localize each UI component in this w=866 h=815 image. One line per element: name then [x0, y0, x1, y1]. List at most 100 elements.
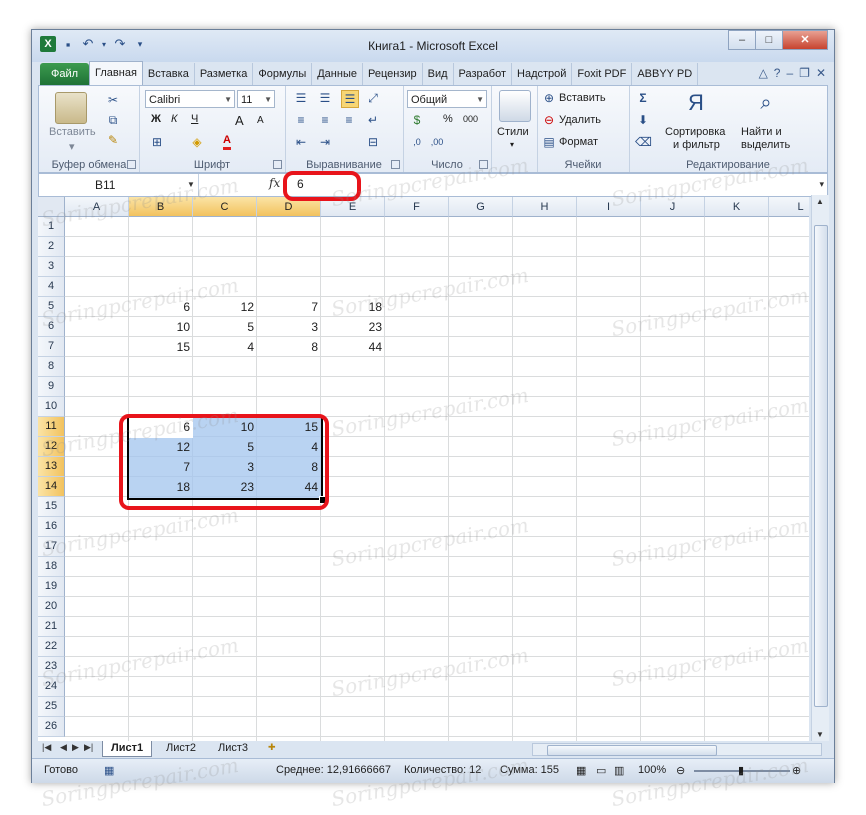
fill-color-icon[interactable]: ◈ — [189, 134, 205, 150]
cell-b7[interactable]: 15 — [129, 337, 193, 357]
row-header-24[interactable]: 24 — [38, 677, 65, 697]
paste-button[interactable]: Вставить — [49, 126, 96, 138]
font-size-combo[interactable]: 11 ▼ — [237, 90, 275, 108]
tab-insert[interactable]: Вставка — [143, 63, 195, 85]
column-header-h[interactable]: H — [513, 197, 577, 217]
format-painter-icon[interactable]: ✎ — [105, 132, 121, 148]
grow-font-button[interactable]: A — [235, 113, 244, 128]
row-header-15[interactable]: 15 — [38, 497, 65, 517]
tab-foxit-pdf[interactable]: Foxit PDF — [572, 63, 633, 85]
currency-icon[interactable]: $ — [409, 112, 425, 128]
minimize-ribbon-icon[interactable]: △ — [759, 66, 768, 80]
row-header-9[interactable]: 9 — [38, 377, 65, 397]
decrease-indent-icon[interactable]: ⇤ — [293, 134, 309, 150]
name-box[interactable]: B11 ▼ — [39, 174, 199, 196]
normal-view-icon[interactable]: ▦ — [576, 764, 586, 777]
tab-view[interactable]: Вид — [423, 63, 454, 85]
row-header-20[interactable]: 20 — [38, 597, 65, 617]
row-header-13[interactable]: 13 — [38, 457, 65, 477]
chevron-down-icon[interactable]: ▼ — [187, 180, 195, 189]
percent-button[interactable]: % — [443, 113, 453, 125]
row-header-25[interactable]: 25 — [38, 697, 65, 717]
row-header-26[interactable]: 26 — [38, 717, 65, 737]
page-layout-view-icon[interactable]: ▭ — [596, 764, 606, 777]
cell-c5[interactable]: 12 — [193, 297, 257, 317]
row-header-16[interactable]: 16 — [38, 517, 65, 537]
column-header-b[interactable]: B — [129, 197, 193, 217]
increase-decimal-icon[interactable]: ,0 — [409, 134, 425, 150]
row-header-14[interactable]: 14 — [38, 477, 65, 497]
insert-cells-button[interactable]: Вставить — [559, 92, 606, 104]
align-top-icon[interactable]: ☰ — [293, 90, 309, 106]
borders-icon[interactable]: ⊞ — [149, 134, 165, 150]
alignment-launcher-icon[interactable] — [391, 160, 400, 169]
column-header-l[interactable]: L — [769, 197, 809, 217]
delete-cells-icon[interactable]: ⊖ — [541, 112, 557, 128]
tab-review[interactable]: Рецензир — [363, 63, 423, 85]
horizontal-scroll-thumb[interactable] — [547, 745, 717, 756]
row-header-11[interactable]: 11 — [38, 417, 65, 437]
sort-filter-icon[interactable]: Я — [681, 88, 711, 118]
doc-close-icon[interactable]: ✕ — [816, 66, 826, 80]
thousands-button[interactable]: 000 — [463, 114, 478, 124]
zoom-level[interactable]: 100% — [638, 764, 666, 776]
row-header-10[interactable]: 10 — [38, 397, 65, 417]
scroll-up-icon[interactable]: ▲ — [816, 197, 824, 206]
align-bottom-icon[interactable]: ☰ — [341, 90, 359, 108]
font-name-combo[interactable]: Calibri ▼ — [145, 90, 235, 108]
sheet-tab-1[interactable]: Лист1 — [102, 741, 153, 757]
tab-page-layout[interactable]: Разметка — [195, 63, 254, 85]
column-header-g[interactable]: G — [449, 197, 513, 217]
row-header-23[interactable]: 23 — [38, 657, 65, 677]
scroll-down-icon[interactable]: ▼ — [816, 730, 824, 739]
tab-developer[interactable]: Разработ — [454, 63, 513, 85]
tab-home[interactable]: Главная — [89, 61, 143, 85]
sheet-tab-3[interactable]: Лист3 — [210, 741, 256, 756]
zoom-slider-thumb[interactable]: ▮ — [738, 764, 744, 777]
align-center-icon[interactable]: ≡ — [317, 112, 333, 128]
copy-icon[interactable]: ⧉ — [105, 112, 121, 128]
cell-e5[interactable]: 18 — [321, 297, 385, 317]
find-select-icon[interactable]: ⌕ — [751, 88, 781, 118]
expand-formula-bar-icon[interactable]: ▾ — [819, 179, 824, 190]
tab-addins[interactable]: Надстрой — [512, 63, 573, 85]
shrink-font-button[interactable]: A — [257, 115, 264, 126]
column-header-c[interactable]: C — [193, 197, 257, 217]
find-select-button[interactable]: Найти и — [741, 126, 782, 138]
number-launcher-icon[interactable] — [479, 160, 488, 169]
underline-button[interactable]: Ч — [191, 113, 198, 125]
vertical-scrollbar[interactable]: ▲ ▼ — [811, 195, 829, 741]
cut-icon[interactable]: ✂ — [105, 92, 121, 108]
row-header-4[interactable]: 4 — [38, 277, 65, 297]
align-middle-icon[interactable]: ☰ — [317, 90, 333, 106]
insert-cells-icon[interactable]: ⊕ — [541, 90, 557, 106]
fill-icon[interactable]: ⬇ — [635, 112, 651, 128]
clear-icon[interactable]: ⌫ — [635, 134, 652, 150]
vertical-scroll-thumb[interactable] — [814, 225, 828, 707]
column-header-k[interactable]: K — [705, 197, 769, 217]
row-header-8[interactable]: 8 — [38, 357, 65, 377]
insert-sheet-icon[interactable]: ✚ — [268, 742, 276, 753]
decrease-decimal-icon[interactable]: ,00 — [429, 134, 445, 150]
sheet-tab-2[interactable]: Лист2 — [158, 741, 204, 756]
tab-formulas[interactable]: Формулы — [253, 63, 313, 85]
minimize-button[interactable]: – — [728, 30, 756, 50]
column-header-i[interactable]: I — [577, 197, 641, 217]
doc-restore-icon[interactable]: ❐ — [799, 66, 810, 80]
format-cells-icon[interactable]: ▤ — [541, 134, 557, 150]
column-header-j[interactable]: J — [641, 197, 705, 217]
row-header-7[interactable]: 7 — [38, 337, 65, 357]
next-sheet-icon[interactable]: ▶ — [72, 742, 79, 753]
number-format-combo[interactable]: Общий ▼ — [407, 90, 487, 108]
cell-e7[interactable]: 44 — [321, 337, 385, 357]
paste-dropdown-icon[interactable]: ▾ — [69, 140, 75, 153]
last-sheet-icon[interactable]: ▶| — [84, 742, 93, 753]
align-left-icon[interactable]: ≡ — [293, 112, 309, 128]
cell-d5[interactable]: 7 — [257, 297, 321, 317]
row-header-3[interactable]: 3 — [38, 257, 65, 277]
tab-data[interactable]: Данные — [312, 63, 363, 85]
cell-c7[interactable]: 4 — [193, 337, 257, 357]
paste-icon[interactable] — [55, 92, 87, 124]
column-header-a[interactable]: A — [65, 197, 129, 217]
find-select-button-line2[interactable]: выделить — [741, 139, 790, 151]
